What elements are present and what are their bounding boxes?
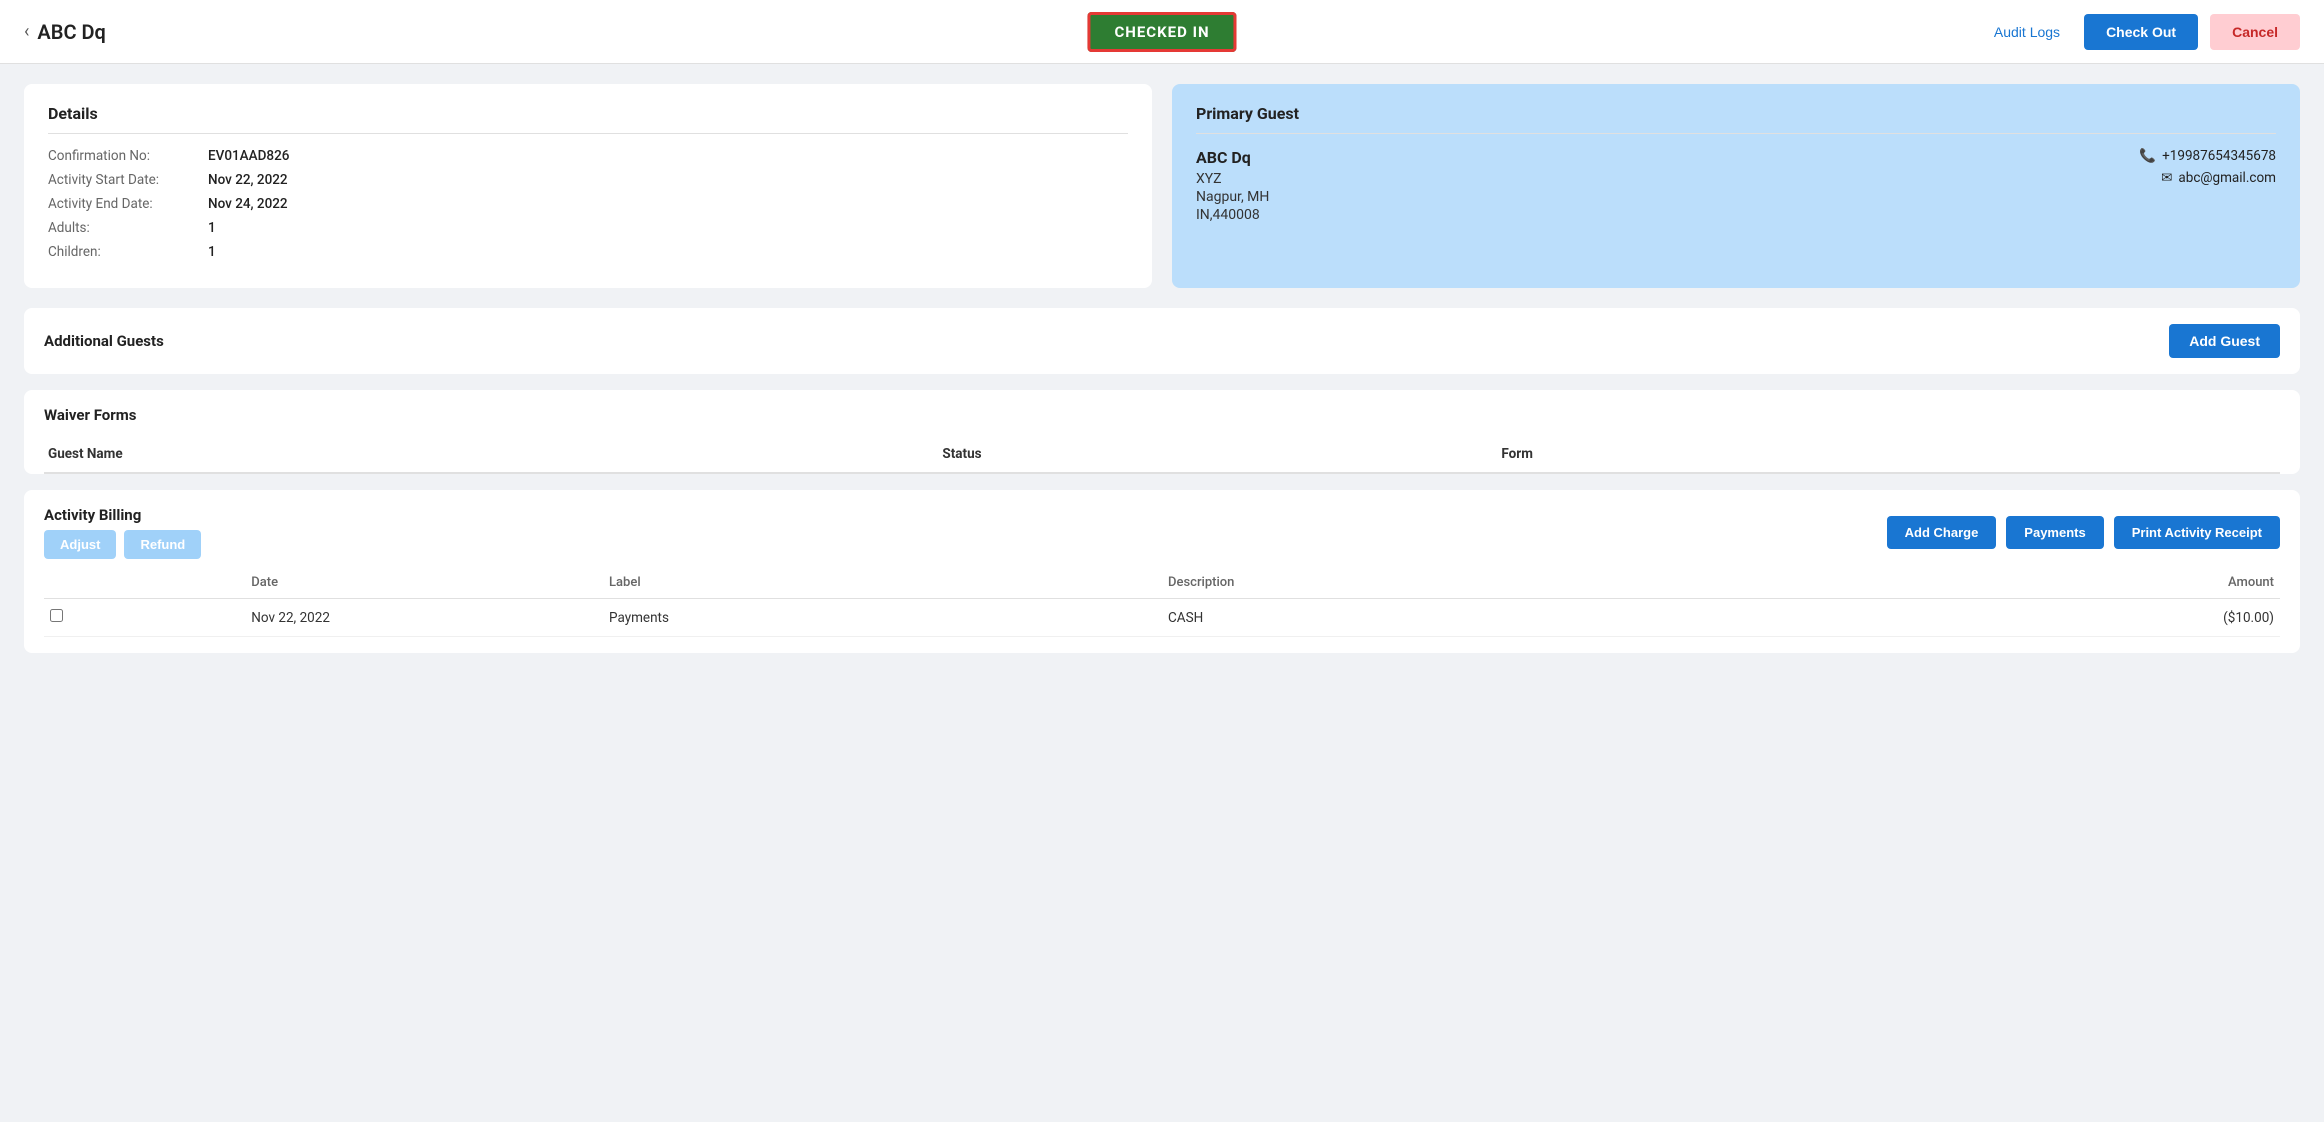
- header-center: CHECKED IN: [1087, 23, 1236, 41]
- adults-value: 1: [208, 220, 216, 236]
- billing-col-desc-header: Description: [1162, 567, 1945, 599]
- phone-icon: 📞: [2139, 148, 2156, 164]
- additional-guests-section: Additional Guests Add Guest: [24, 308, 2300, 374]
- guest-phone: +19987654345678: [2162, 148, 2276, 164]
- billing-col-date-header: Date: [245, 567, 603, 599]
- phone-contact-item: 📞 +19987654345678: [2139, 148, 2276, 164]
- waiver-col-status: Status: [938, 438, 1497, 473]
- add-charge-button[interactable]: Add Charge: [1887, 516, 1997, 549]
- back-arrow-icon[interactable]: ‹: [24, 21, 29, 42]
- billing-left-actions: Adjust Refund: [44, 530, 201, 559]
- billing-row-amount: ($10.00): [1945, 599, 2280, 637]
- waiver-table-header-row: Guest Name Status Form: [44, 438, 2280, 473]
- refund-button[interactable]: Refund: [124, 530, 201, 559]
- header-right: Audit Logs Check Out Cancel: [1982, 14, 2300, 50]
- billing-table: Date Label Description Amount Nov 22, 20…: [44, 567, 2280, 637]
- guest-address-block: ABC Dq XYZ Nagpur, MH IN,440008: [1196, 148, 1269, 223]
- waiver-table: Guest Name Status Form: [44, 438, 2280, 474]
- guest-country-zip: IN,440008: [1196, 207, 1269, 223]
- end-date-value: Nov 24, 2022: [208, 196, 288, 212]
- start-date-label: Activity Start Date:: [48, 172, 208, 188]
- email-contact-item: ✉ abc@gmail.com: [2161, 170, 2276, 186]
- print-activity-receipt-button[interactable]: Print Activity Receipt: [2114, 516, 2280, 549]
- audit-logs-button[interactable]: Audit Logs: [1982, 16, 2072, 48]
- activity-billing-section: Activity Billing Adjust Refund Add Charg…: [24, 490, 2300, 653]
- start-date-row: Activity Start Date: Nov 22, 2022: [48, 172, 1128, 188]
- billing-right-actions: Add Charge Payments Print Activity Recei…: [1887, 516, 2280, 549]
- billing-col-checkbox-header: [44, 567, 245, 599]
- waiver-col-form: Form: [1497, 438, 2280, 473]
- guest-city: Nagpur, MH: [1196, 189, 1269, 205]
- billing-title-area: Activity Billing Adjust Refund: [44, 506, 201, 559]
- end-date-row: Activity End Date: Nov 24, 2022: [48, 196, 1128, 212]
- children-row: Children: 1: [48, 244, 1128, 260]
- billing-table-body: Nov 22, 2022 Payments CASH ($10.00): [44, 599, 2280, 637]
- main-content: Details Confirmation No: EV01AAD826 Acti…: [0, 64, 2324, 673]
- additional-guests-header: Additional Guests Add Guest: [24, 308, 2300, 374]
- additional-guests-title: Additional Guests: [44, 332, 164, 350]
- end-date-label: Activity End Date:: [48, 196, 208, 212]
- header-left: ‹ ABC Dq: [24, 20, 106, 44]
- confirmation-value: EV01AAD826: [208, 148, 289, 164]
- details-card: Details Confirmation No: EV01AAD826 Acti…: [24, 84, 1152, 288]
- guest-org: XYZ: [1196, 171, 1269, 187]
- email-icon: ✉: [2161, 170, 2172, 186]
- billing-col-label-header: Label: [603, 567, 1162, 599]
- billing-row-date: Nov 22, 2022: [245, 599, 603, 637]
- billing-row-checkbox[interactable]: [50, 609, 63, 622]
- primary-guest-card: Primary Guest ABC Dq XYZ Nagpur, MH IN,4…: [1172, 84, 2300, 288]
- checked-in-badge: CHECKED IN: [1087, 12, 1236, 52]
- children-label: Children:: [48, 244, 208, 260]
- confirmation-row: Confirmation No: EV01AAD826: [48, 148, 1128, 164]
- checkout-button[interactable]: Check Out: [2084, 14, 2198, 50]
- guest-info-row: ABC Dq XYZ Nagpur, MH IN,440008 📞 +19987…: [1196, 148, 2276, 223]
- adults-row: Adults: 1: [48, 220, 1128, 236]
- cancel-button[interactable]: Cancel: [2210, 14, 2300, 50]
- adjust-button[interactable]: Adjust: [44, 530, 116, 559]
- billing-actions-row: Activity Billing Adjust Refund Add Charg…: [44, 506, 2280, 559]
- adults-label: Adults:: [48, 220, 208, 236]
- primary-guest-title: Primary Guest: [1196, 104, 2276, 134]
- billing-table-header-row: Date Label Description Amount: [44, 567, 2280, 599]
- guest-email: abc@gmail.com: [2178, 170, 2276, 186]
- guest-contact-block: 📞 +19987654345678 ✉ abc@gmail.com: [2139, 148, 2276, 186]
- confirmation-label: Confirmation No:: [48, 148, 208, 164]
- add-guest-button[interactable]: Add Guest: [2169, 324, 2280, 358]
- billing-row-description: CASH: [1162, 599, 1945, 637]
- waiver-forms-title: Waiver Forms: [44, 406, 2280, 424]
- billing-row-checkbox-cell: [44, 599, 245, 637]
- children-value: 1: [208, 244, 216, 260]
- payments-button[interactable]: Payments: [2006, 516, 2103, 549]
- billing-col-amount-header: Amount: [1945, 567, 2280, 599]
- waiver-col-guest-name: Guest Name: [44, 438, 938, 473]
- details-title: Details: [48, 104, 1128, 134]
- page-title: ABC Dq: [37, 20, 105, 44]
- top-row: Details Confirmation No: EV01AAD826 Acti…: [24, 84, 2300, 288]
- waiver-forms-section: Waiver Forms Guest Name Status Form: [24, 390, 2300, 474]
- guest-name: ABC Dq: [1196, 148, 1269, 167]
- billing-row-label: Payments: [603, 599, 1162, 637]
- billing-title: Activity Billing: [44, 506, 201, 524]
- start-date-value: Nov 22, 2022: [208, 172, 288, 188]
- page-header: ‹ ABC Dq CHECKED IN Audit Logs Check Out…: [0, 0, 2324, 64]
- table-row: Nov 22, 2022 Payments CASH ($10.00): [44, 599, 2280, 637]
